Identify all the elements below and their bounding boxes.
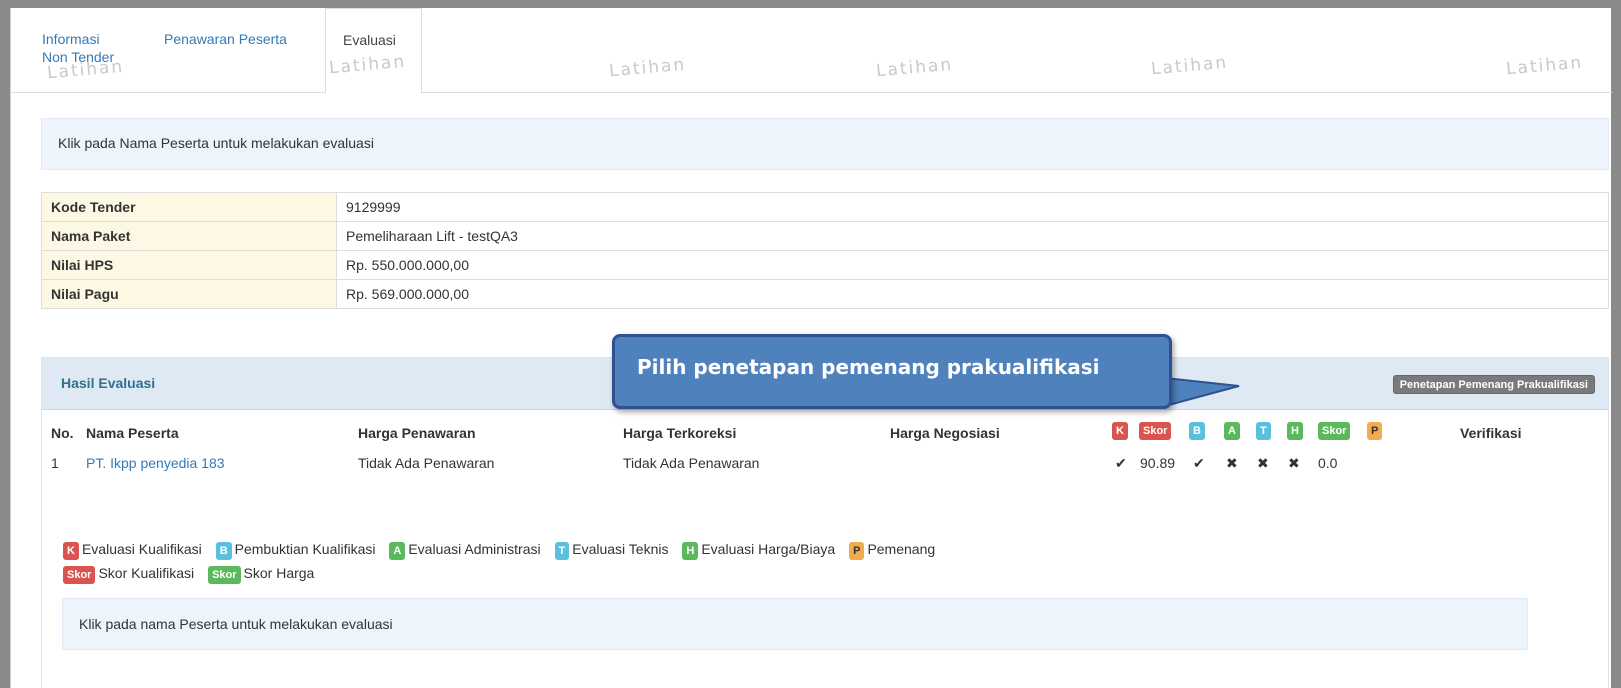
check-icon: ✔ — [1115, 455, 1127, 471]
tab-bar: Informasi Non Tender Penawaran Peserta E… — [11, 8, 1612, 94]
legend-badge-t: T — [554, 542, 570, 560]
table-row: Nilai HPS Rp. 550.000.000,00 — [41, 250, 1609, 280]
cross-icon: ✖ — [1288, 455, 1300, 471]
legend-text: Pembuktian Kualifikasi — [234, 541, 376, 557]
callout-pointer — [1165, 376, 1240, 408]
badge-t: T — [1256, 422, 1271, 440]
legend-badge-skor-kualifikasi: Skor — [63, 566, 96, 584]
watermark: Latihan — [875, 54, 954, 82]
tab-informasi-label: Informasi — [42, 31, 100, 47]
table-row: Nilai Pagu Rp. 569.000.000,00 — [41, 279, 1609, 309]
badge-k: K — [1112, 422, 1128, 440]
tender-info-table: Kode Tender 9129999 Nama Paket Pemelihar… — [41, 192, 1609, 309]
cross-icon: ✖ — [1226, 455, 1238, 471]
info-label: Nama Paket — [41, 221, 337, 251]
col-header-harga-terkoreksi: Harga Terkoreksi — [623, 425, 737, 441]
table-row: Nama Paket Pemeliharaan Lift - testQA3 — [41, 221, 1609, 251]
watermark: Latihan — [1505, 52, 1584, 80]
legend-text: Skor Harga — [243, 565, 315, 581]
info-value: Rp. 550.000.000,00 — [336, 250, 1609, 280]
badge-h: H — [1287, 422, 1303, 440]
badge-b: B — [1189, 422, 1205, 440]
legend-text: Evaluasi Administrasi — [408, 541, 541, 557]
legend-line-2: Skor Skor Kualifikasi Skor Skor Harga — [63, 561, 935, 585]
legend-line-1: K Evaluasi Kualifikasi B Pembuktian Kualif… — [63, 537, 935, 561]
skor-harga-value: 0.0 — [1318, 455, 1338, 471]
info-label: Nilai Pagu — [41, 279, 337, 309]
legend-badge-k: K — [63, 542, 79, 560]
badge-skor-harga: Skor — [1318, 422, 1351, 440]
legend-text: Skor Kualifikasi — [98, 565, 195, 581]
panel-title: Hasil Evaluasi — [61, 375, 156, 391]
legend-text: Evaluasi Teknis — [572, 541, 669, 557]
tab-penawaran-peserta[interactable]: Penawaran Peserta — [164, 30, 287, 48]
watermark: Latihan — [1150, 52, 1229, 80]
col-header-nama: Nama Peserta — [86, 425, 179, 441]
row-no: 1 — [51, 455, 59, 471]
legend-badge-p: P — [849, 542, 865, 560]
col-header-verifikasi: Verifikasi — [1460, 425, 1522, 441]
legend: K Evaluasi Kualifikasi B Pembuktian Kualif… — [63, 537, 935, 585]
skor-kualifikasi-value: 90.89 — [1140, 455, 1176, 471]
info-value: 9129999 — [336, 192, 1609, 222]
badge-skor-kualifikasi: Skor — [1139, 422, 1172, 440]
info-label: Nilai HPS — [41, 250, 337, 280]
bottom-alert: Klik pada nama Peserta untuk melakukan e… — [62, 598, 1528, 650]
tab-evaluasi[interactable]: Evaluasi — [325, 8, 422, 94]
info-label: Kode Tender — [41, 192, 337, 222]
cross-icon: ✖ — [1257, 455, 1269, 471]
legend-text: Evaluasi Kualifikasi — [81, 541, 202, 557]
badge-p: P — [1367, 422, 1383, 440]
legend-text: Pemenang — [867, 541, 936, 557]
watermark: Latihan — [608, 54, 687, 82]
info-value: Pemeliharaan Lift - testQA3 — [336, 221, 1609, 251]
info-alert: Klik pada Nama Peserta untuk melakukan e… — [41, 118, 1609, 170]
col-header-harga-penawaran: Harga Penawaran — [358, 425, 476, 441]
legend-badge-h: H — [682, 542, 699, 560]
peserta-link[interactable]: PT. Ikpp penyedia 183 — [86, 455, 225, 471]
col-header-harga-negosiasi: Harga Negosiasi — [890, 425, 1000, 441]
info-value: Rp. 569.000.000,00 — [336, 279, 1609, 309]
penetapan-pemenang-button[interactable]: Penetapan Pemenang Prakualifikasi — [1392, 375, 1595, 394]
instruction-callout: Pilih penetapan pemenang prakualifikasi — [612, 334, 1172, 409]
legend-badge-b: B — [215, 542, 232, 560]
legend-text: Evaluasi Harga/Biaya — [701, 541, 836, 557]
harga-terkoreksi-value: Tidak Ada Penawaran — [623, 455, 760, 471]
legend-badge-skor-harga: Skor — [208, 566, 241, 584]
legend-badge-a: A — [389, 542, 406, 560]
harga-penawaran-value: Tidak Ada Penawaran — [358, 455, 495, 471]
col-header-no: No. — [51, 425, 74, 441]
badge-a: A — [1224, 422, 1240, 440]
check-icon: ✔ — [1193, 455, 1205, 471]
table-row: Kode Tender 9129999 — [41, 192, 1609, 222]
